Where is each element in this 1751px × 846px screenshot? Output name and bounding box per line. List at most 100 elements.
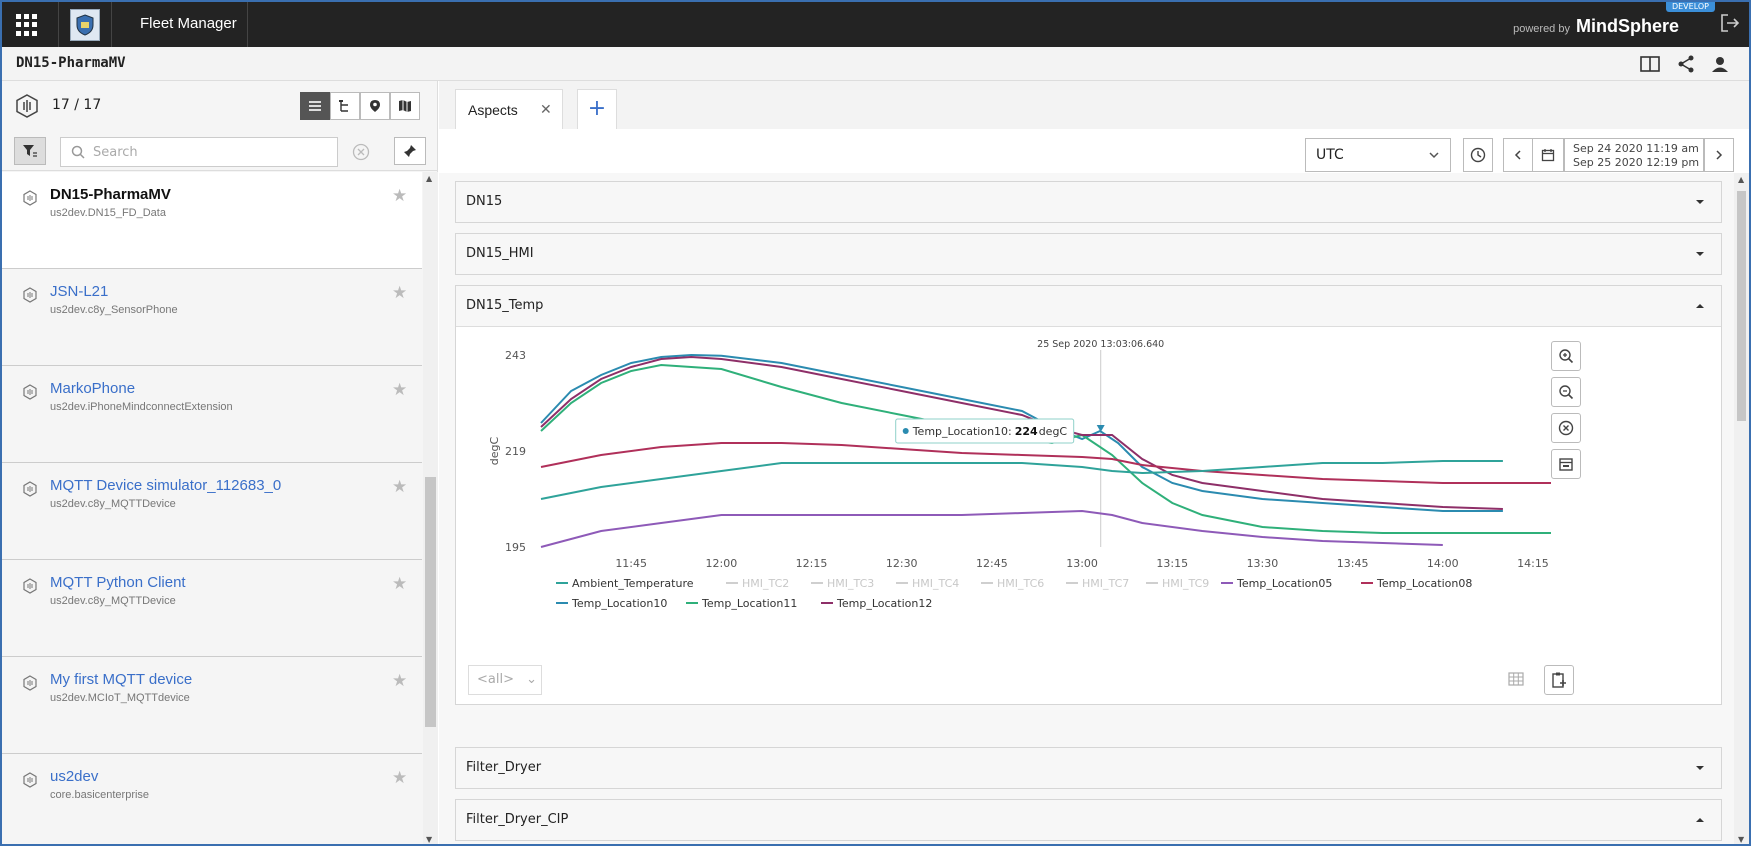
legend-item: HMI_TC2 xyxy=(742,577,789,590)
section-header[interactable]: Filter_Dryer_CIP xyxy=(456,800,1721,840)
legend-item: Temp_Location05 xyxy=(1236,577,1332,590)
temperature-chart[interactable]: degC 195 219 243 11:45 12:00 12:15 12:30 12:45 13… xyxy=(456,327,1721,705)
asset-type: us2dev.DN15_FD_Data xyxy=(50,207,166,219)
map-pin-view-button[interactable] xyxy=(360,92,390,120)
favorite-star-icon[interactable]: ★ xyxy=(392,477,407,497)
x-tick-label: 12:00 xyxy=(706,557,738,570)
filter-button[interactable] xyxy=(14,137,46,165)
list-item[interactable]: MQTT Device simulator_112683_0 us2dev.c8… xyxy=(2,463,422,560)
top-bar: Fleet Manager DEVELOP powered by MindSphe… xyxy=(2,2,1749,47)
search-box xyxy=(60,137,338,167)
share-icon[interactable] xyxy=(1675,54,1697,74)
scroll-up-icon[interactable]: ▲ xyxy=(426,174,432,183)
favorite-star-icon[interactable]: ★ xyxy=(392,186,407,206)
search-input[interactable] xyxy=(93,142,323,162)
section-header[interactable]: DN15 xyxy=(456,182,1721,222)
chevron-down-icon xyxy=(1696,200,1704,204)
aspect-section-dn15[interactable]: DN15 xyxy=(455,181,1722,223)
previous-range-button[interactable] xyxy=(1503,138,1533,172)
calendar-range-button[interactable] xyxy=(1551,449,1581,479)
section-header[interactable]: DN15_Temp xyxy=(456,286,1721,326)
x-tick-label: 13:00 xyxy=(1066,557,1098,570)
next-range-button[interactable] xyxy=(1704,138,1734,172)
tab-aspects[interactable]: Aspects ✕ xyxy=(455,89,563,129)
clock-button[interactable] xyxy=(1463,138,1493,172)
calendar-button[interactable] xyxy=(1532,138,1564,172)
brand-name: MindSphere xyxy=(1575,16,1679,36)
asset-name: My first MQTT device xyxy=(50,671,193,688)
scroll-up-icon[interactable]: ▲ xyxy=(1738,175,1744,184)
app-launcher-icon[interactable] xyxy=(16,14,38,36)
y-axis-label: degC xyxy=(488,436,501,465)
user-icon[interactable] xyxy=(1709,54,1731,74)
aspect-section-filter-dryer-cip[interactable]: Filter_Dryer_CIP xyxy=(455,799,1722,841)
x-tick-label: 13:30 xyxy=(1247,557,1279,570)
favorite-star-icon[interactable]: ★ xyxy=(392,768,407,788)
add-tab-button[interactable]: + xyxy=(577,89,617,129)
aspects-content: DN15 DN15_HMI DN15_Temp degC 195 219 243 11:… xyxy=(439,173,1734,844)
zoom-in-button[interactable] xyxy=(1551,341,1581,371)
split-view-icon[interactable] xyxy=(1639,54,1661,74)
legend-item: Temp_Location11 xyxy=(701,597,797,610)
tab-label: Aspects xyxy=(468,102,518,118)
title-divider xyxy=(247,2,248,47)
reset-zoom-button[interactable] xyxy=(1551,413,1581,443)
legend-item: HMI_TC3 xyxy=(827,577,874,590)
series-line-temp-location05 xyxy=(540,509,1443,548)
tenant-logo xyxy=(58,2,112,47)
favorite-star-icon[interactable]: ★ xyxy=(392,380,407,400)
list-item[interactable]: My first MQTT device us2dev.MCIoT_MQTTde… xyxy=(2,657,422,754)
favorite-star-icon[interactable]: ★ xyxy=(392,671,407,691)
aspect-section-filter-dryer[interactable]: Filter_Dryer xyxy=(455,747,1722,789)
asset-type: us2dev.c8y_MQTTDevice xyxy=(50,595,176,607)
list-item[interactable]: us2dev core.basicenterprise ★ xyxy=(2,754,422,844)
asset-list-scrollbar[interactable]: ▲ ▼ xyxy=(423,172,438,844)
powered-by-label: powered by xyxy=(1513,23,1570,35)
zoom-in-icon xyxy=(1559,349,1574,364)
asset-name: MQTT Device simulator_112683_0 xyxy=(50,477,282,494)
logout-icon[interactable] xyxy=(1719,12,1741,34)
asset-type: us2dev.iPhoneMindconnectExtension xyxy=(50,401,233,413)
export-button[interactable] xyxy=(1544,665,1574,695)
content-scrollbar[interactable]: ▲ ▼ xyxy=(1734,173,1749,844)
list-item[interactable]: DN15-PharmaMV us2dev.DN15_FD_Data ★ xyxy=(2,172,422,269)
cursor-timestamp: 25 Sep 2020 13:03:06.640 xyxy=(1037,339,1164,350)
section-header[interactable]: DN15_HMI xyxy=(456,234,1721,274)
favorite-star-icon[interactable]: ★ xyxy=(392,574,407,594)
list-item[interactable]: MarkoPhone us2dev.iPhoneMindconnectExten… xyxy=(2,366,422,463)
map-view-button[interactable] xyxy=(390,92,420,120)
timezone-select[interactable]: UTC xyxy=(1305,138,1451,172)
section-header[interactable]: Filter_Dryer xyxy=(456,748,1721,788)
date-range[interactable]: Sep 24 2020 11:19 am Sep 25 2020 12:19 p… xyxy=(1564,138,1704,172)
environment-badge: DEVELOP xyxy=(1665,2,1715,12)
list-item[interactable]: JSN-L21 us2dev.c8y_SensorPhone ★ xyxy=(2,269,422,366)
list-item[interactable]: MQTT Python Client us2dev.c8y_MQTTDevice… xyxy=(2,560,422,657)
table-view-button[interactable] xyxy=(1506,669,1528,691)
chevron-down-icon xyxy=(1429,152,1439,159)
pin-button[interactable] xyxy=(394,137,426,165)
asset-type-icon xyxy=(23,287,37,303)
favorite-star-icon[interactable]: ★ xyxy=(392,283,407,303)
asset-name: DN15-PharmaMV xyxy=(50,186,171,203)
list-view-button[interactable] xyxy=(300,92,330,120)
tree-view-button[interactable] xyxy=(330,92,360,120)
aspect-section-dn15-hmi[interactable]: DN15_HMI xyxy=(455,233,1722,275)
y-tick-label: 195 xyxy=(505,541,526,554)
date-from: Sep 24 2020 11:19 am xyxy=(1573,142,1699,155)
series-filter-value: <all> xyxy=(477,672,514,687)
timezone-value: UTC xyxy=(1316,147,1344,163)
zoom-out-button[interactable] xyxy=(1551,377,1581,407)
scroll-down-icon[interactable]: ▼ xyxy=(1738,835,1744,844)
x-tick-label: 12:45 xyxy=(976,557,1008,570)
series-filter-select[interactable]: <all> ⌄ xyxy=(468,665,542,695)
clock-icon xyxy=(1470,147,1486,163)
clear-search-icon[interactable] xyxy=(352,143,370,161)
legend-item: HMI_TC4 xyxy=(912,577,959,590)
scroll-down-icon[interactable]: ▼ xyxy=(426,835,432,844)
close-icon[interactable]: ✕ xyxy=(540,102,552,118)
y-tick-label: 243 xyxy=(505,349,526,362)
tooltip-marker xyxy=(902,428,909,434)
x-tick-label: 14:15 xyxy=(1517,557,1549,570)
scrollbar-thumb[interactable] xyxy=(425,477,436,727)
scrollbar-thumb[interactable] xyxy=(1737,191,1746,421)
